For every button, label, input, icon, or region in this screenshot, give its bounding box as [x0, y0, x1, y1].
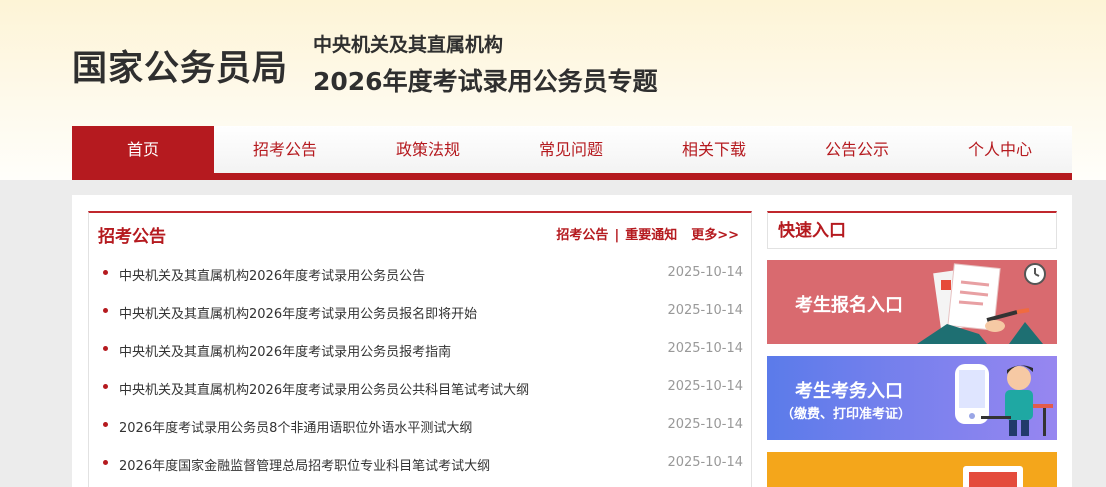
item-date: 2025-10-14	[667, 303, 743, 318]
item-title[interactable]: 2026年度国家金融监督管理总局招考职位专业科目笔试考试大纲	[119, 455, 490, 474]
list-item[interactable]: 2026年度考试录用公务员8个非通用语职位外语水平测试大纲 2025-10-14	[89, 408, 753, 446]
quick-access: 快速入口 考生报名入口 考生考务入口 （缴费、打印准考证）	[767, 211, 1057, 487]
main-nav: 首页 招考公告 政策法规 常见问题 相关下载 公告公示 个人中心	[72, 126, 1072, 180]
entry-sublabel: （缴费、打印准考证）	[781, 407, 912, 422]
bullet-icon	[103, 384, 108, 389]
subtitle-line2: 2026年度考试录用公务员专题	[313, 67, 658, 96]
nav-item-announcements[interactable]: 招考公告	[214, 126, 356, 173]
bullet-icon	[103, 308, 108, 313]
item-title[interactable]: 中央机关及其直属机构2026年度考试录用公务员公告	[119, 265, 425, 284]
item-title[interactable]: 中央机关及其直属机构2026年度考试录用公务员公共科目笔试考试大纲	[119, 379, 529, 398]
nav-item-faq[interactable]: 常见问题	[500, 126, 642, 173]
link-announcements[interactable]: 招考公告	[556, 228, 608, 243]
laptop-icon	[963, 466, 1023, 487]
entry-label: 考生报名入口	[795, 295, 903, 316]
item-title[interactable]: 2026年度考试录用公务员8个非通用语职位外语水平测试大纲	[119, 417, 472, 436]
site-logo[interactable]: 国家公务员局	[72, 40, 288, 91]
subtitle-line1: 中央机关及其直属机构	[313, 34, 504, 56]
bullet-icon	[103, 460, 108, 465]
main-content: 招考公告 招考公告 | 重要通知 更多>> 中央机关及其直属机构2026年度考试录用公…	[72, 195, 1072, 487]
applicant-exam-affairs-entry[interactable]: 考生考务入口 （缴费、打印准考证）	[767, 356, 1057, 440]
person-computer-icon	[955, 364, 1053, 436]
quick-entry-3[interactable]	[767, 452, 1057, 487]
bullet-icon	[103, 270, 108, 275]
announcement-list: 中央机关及其直属机构2026年度考试录用公务员公告 2025-10-14 中央机…	[89, 256, 753, 484]
nav-item-downloads[interactable]: 相关下载	[643, 126, 785, 173]
nav-item-home[interactable]: 首页	[72, 126, 214, 173]
link-separator: |	[614, 228, 620, 243]
item-date: 2025-10-14	[667, 379, 743, 394]
item-date: 2025-10-14	[667, 417, 743, 432]
nav-item-personal[interactable]: 个人中心	[929, 126, 1071, 173]
nav-item-policies[interactable]: 政策法规	[357, 126, 499, 173]
bullet-icon	[103, 422, 108, 427]
bullet-icon	[103, 346, 108, 351]
item-date: 2025-10-14	[667, 341, 743, 356]
applicant-registration-entry[interactable]: 考生报名入口	[767, 260, 1057, 344]
item-title[interactable]: 中央机关及其直属机构2026年度考试录用公务员报名即将开始	[119, 303, 477, 322]
list-item[interactable]: 中央机关及其直属机构2026年度考试录用公务员报考指南 2025-10-14	[89, 332, 753, 370]
panel-links: 招考公告 | 重要通知 更多>>	[556, 224, 739, 243]
nav-item-notices[interactable]: 公告公示	[786, 126, 928, 173]
list-item[interactable]: 中央机关及其直属机构2026年度考试录用公务员报名即将开始 2025-10-14	[89, 294, 753, 332]
list-item[interactable]: 2026年度国家金融监督管理总局招考职位专业科目笔试考试大纲 2025-10-1…	[89, 446, 753, 484]
list-item[interactable]: 中央机关及其直属机构2026年度考试录用公务员公告 2025-10-14	[89, 256, 753, 294]
item-date: 2025-10-14	[667, 265, 743, 280]
announcements-panel: 招考公告 招考公告 | 重要通知 更多>> 中央机关及其直属机构2026年度考试录用公…	[88, 211, 752, 487]
entry-label: 考生考务入口	[795, 381, 903, 402]
panel-title: 招考公告	[98, 227, 166, 247]
link-important-notices[interactable]: 重要通知	[625, 228, 677, 243]
item-date: 2025-10-14	[667, 455, 743, 470]
item-title[interactable]: 中央机关及其直属机构2026年度考试录用公务员报考指南	[119, 341, 451, 360]
document-pen-icon	[917, 263, 1046, 344]
more-link[interactable]: 更多>>	[691, 228, 739, 243]
list-item[interactable]: 中央机关及其直属机构2026年度考试录用公务员公共科目笔试考试大纲 2025-1…	[89, 370, 753, 408]
quick-access-title: 快速入口	[767, 211, 1057, 249]
